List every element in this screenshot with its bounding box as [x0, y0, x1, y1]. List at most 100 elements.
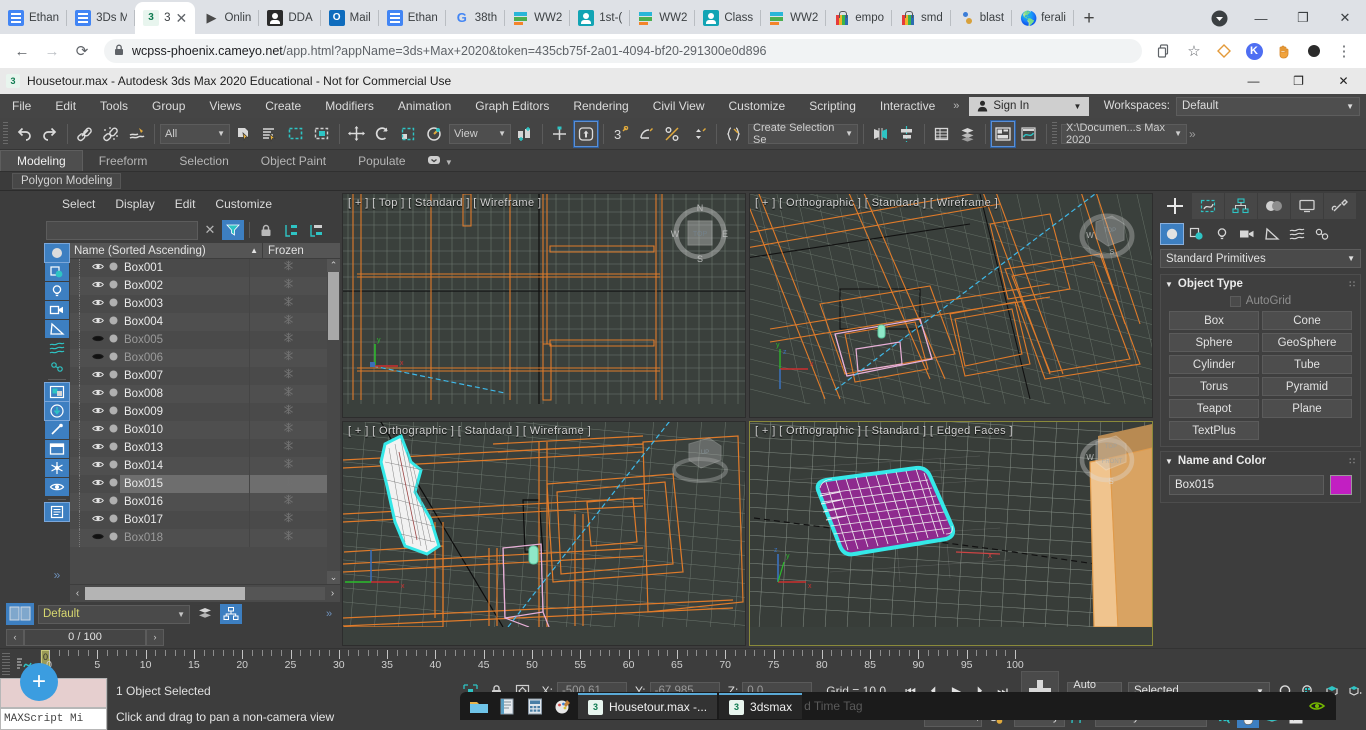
select-and-link-icon[interactable]	[73, 121, 97, 147]
filter-space-warps-icon[interactable]	[45, 339, 69, 357]
folder-icon[interactable]	[466, 694, 492, 718]
notepad-icon[interactable]	[494, 694, 520, 718]
ribbon-tab-modeling[interactable]: Modeling	[0, 150, 83, 171]
view-cube[interactable]: UP	[669, 430, 731, 492]
frozen-toggle-icon[interactable]	[249, 313, 327, 331]
object-name-cell[interactable]: Box003	[120, 295, 249, 313]
frame-counter-field[interactable]: 0 / 100	[24, 628, 146, 646]
shapes-icon[interactable]	[1186, 224, 1208, 244]
bind-to-space-warp-icon[interactable]	[125, 121, 149, 147]
lights-icon[interactable]	[1211, 224, 1233, 244]
frozen-toggle-icon[interactable]	[249, 511, 327, 529]
frozen-toggle-icon[interactable]	[249, 277, 327, 295]
visibility-toggle-icon[interactable]	[90, 388, 106, 400]
browser-tab[interactable]: Ethan	[0, 2, 68, 34]
curve-editor-icon[interactable]	[1017, 121, 1041, 147]
menu-item-views[interactable]: Views	[197, 94, 253, 118]
chevron-down-icon[interactable]: ▼	[1073, 102, 1081, 111]
sign-in-button[interactable]: Sign In ▼	[969, 96, 1090, 116]
filter-hidden-icon[interactable]	[45, 478, 69, 496]
column-header-name[interactable]: Name (Sorted Ascending) ▲	[70, 243, 262, 258]
utilities-tab[interactable]	[1324, 193, 1356, 219]
viewport-ortho-3-active[interactable]: x x z y TOP FRONT W S [+] [Orthograph…	[749, 421, 1153, 646]
autogrid-row[interactable]: AutoGrid	[1161, 293, 1360, 311]
maxscript-input[interactable]: MAXScript Mi	[0, 708, 107, 730]
object-color-dot[interactable]	[106, 280, 120, 292]
object-name-cell[interactable]: Box013	[120, 439, 249, 457]
browser-tab[interactable]: Ethan	[379, 2, 446, 34]
extension-k-icon[interactable]: K	[1240, 37, 1268, 65]
browser-tab[interactable]: empo	[826, 2, 892, 34]
minimize-window-button[interactable]: —	[1240, 2, 1282, 34]
lock-selection-icon[interactable]	[255, 220, 277, 240]
viewport-ortho-2[interactable]: x UP [ + ] [ Orthographic ] [ Standard ]…	[342, 421, 746, 646]
object-color-dot[interactable]	[106, 298, 120, 310]
visibility-toggle-icon[interactable]	[90, 424, 106, 436]
se-menu-select[interactable]: Select	[52, 197, 105, 211]
ribbon-panel-label[interactable]: Polygon Modeling	[12, 173, 122, 189]
object-name-cell[interactable]: Box017	[120, 511, 249, 529]
scrollbar-track[interactable]	[85, 587, 325, 600]
close-icon[interactable]: ✕	[175, 11, 187, 25]
layerbar-overflow-icon[interactable]: »	[318, 604, 340, 624]
toolbar-grip-2[interactable]	[1052, 121, 1057, 146]
menu-item-graph-editors[interactable]: Graph Editors	[463, 94, 561, 118]
ribbon-tab-populate[interactable]: Populate	[342, 151, 421, 171]
browser-tab[interactable]: Class	[695, 2, 761, 34]
table-row[interactable]: Box008	[70, 385, 327, 403]
layer-explorer-icon[interactable]	[930, 121, 954, 147]
frozen-toggle-icon[interactable]	[249, 367, 327, 385]
scroll-right-icon[interactable]: ›	[325, 588, 340, 599]
table-row[interactable]: Box003	[70, 295, 327, 313]
object-color-dot[interactable]	[106, 388, 120, 400]
project-folder-combo[interactable]: X:\Documen...s Max 2020 ▼	[1061, 122, 1187, 146]
pyramid-button[interactable]: Pyramid	[1262, 377, 1352, 396]
hierarchy-tab[interactable]	[1225, 193, 1257, 219]
drag-handle-icon[interactable]: ∷	[1349, 279, 1356, 290]
clear-search-icon[interactable]: ✕	[201, 222, 219, 238]
object-name-input[interactable]: Box015	[1169, 475, 1324, 495]
chrome-menu-icon[interactable]: ⋮	[1330, 37, 1358, 65]
mirror-icon[interactable]	[869, 121, 893, 147]
menu-item-modifiers[interactable]: Modifiers	[313, 94, 386, 118]
spinner-snap-toggle-icon[interactable]	[687, 121, 711, 147]
max-maximize-button[interactable]: ❐	[1276, 68, 1321, 94]
create-tab[interactable]	[1159, 193, 1191, 219]
visibility-toggle-icon[interactable]	[90, 334, 106, 346]
geosphere-button[interactable]: GeoSphere	[1262, 333, 1352, 352]
se-menu-customize[interactable]: Customize	[205, 197, 282, 211]
share-icon[interactable]	[1150, 37, 1178, 65]
visibility-toggle-icon[interactable]	[90, 406, 106, 418]
table-row[interactable]: Box014	[70, 457, 327, 475]
browser-tab[interactable]: 3Ds M	[67, 2, 136, 34]
visibility-toggle-icon[interactable]	[90, 460, 106, 472]
browser-tab[interactable]: 1st-(	[570, 2, 631, 34]
scroll-left-icon[interactable]: ‹	[70, 588, 85, 599]
frozen-toggle-icon[interactable]	[249, 295, 327, 313]
extension-hand-icon[interactable]	[1270, 37, 1298, 65]
object-name-cell[interactable]: Box008	[120, 385, 249, 403]
filter-lights-icon[interactable]	[45, 282, 69, 300]
object-name-cell[interactable]: Box002	[120, 277, 249, 295]
view-cube[interactable]: TOP N E S W	[669, 202, 731, 264]
viewport-top[interactable]: y x TOP N E S W [ + ] [ Top ] [Standard…	[342, 193, 746, 418]
object-name-cell[interactable]: Box014	[120, 457, 249, 475]
edit-named-selection-sets-icon[interactable]	[722, 121, 746, 147]
object-color-dot[interactable]	[106, 334, 120, 346]
object-color-dot[interactable]	[106, 352, 120, 364]
filter-helpers-icon[interactable]	[45, 320, 69, 338]
table-row[interactable]: Box018	[70, 529, 327, 547]
object-name-cell[interactable]: Box009	[120, 403, 249, 421]
angle-snap-toggle-icon[interactable]	[635, 121, 659, 147]
select-and-rotate-icon[interactable]	[371, 121, 395, 147]
table-row[interactable]: Box006	[70, 349, 327, 367]
autogrid-checkbox[interactable]	[1229, 295, 1241, 307]
percent-snap-toggle-icon[interactable]	[661, 121, 685, 147]
next-frame-button[interactable]: ›	[146, 628, 164, 646]
visibility-toggle-icon[interactable]	[90, 532, 106, 544]
floating-add-button[interactable]: +	[20, 663, 58, 701]
object-color-dot[interactable]	[106, 496, 120, 508]
current-layer-select[interactable]: Default ▼	[38, 604, 190, 624]
se-menu-display[interactable]: Display	[105, 197, 164, 211]
scene-explorer-search-input[interactable]	[46, 220, 198, 240]
